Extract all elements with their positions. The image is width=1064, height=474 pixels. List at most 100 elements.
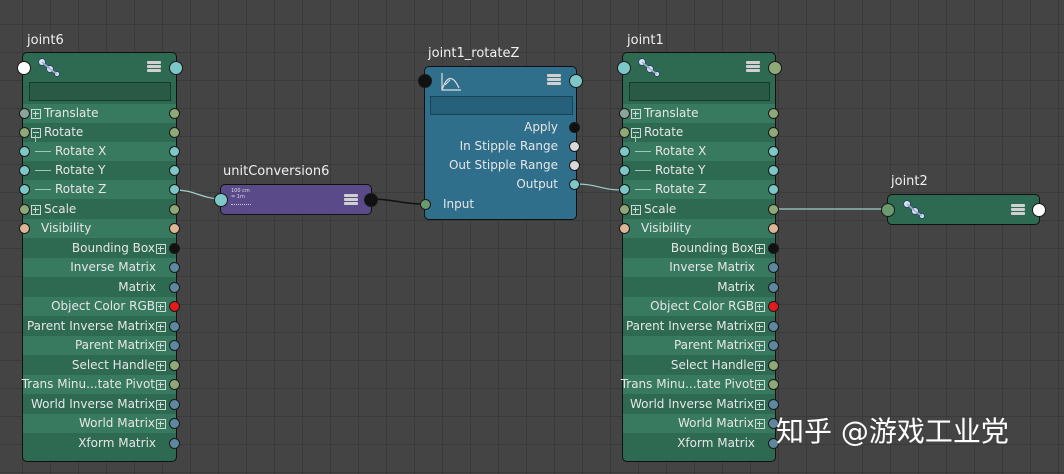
port-out[interactable]	[169, 282, 180, 293]
port-out[interactable]	[169, 243, 180, 254]
node-menu-icon[interactable]	[547, 74, 561, 86]
port-out[interactable]	[169, 340, 180, 351]
port-out[interactable]	[169, 399, 180, 410]
attr-row-rotate-x[interactable]: Rotate X	[619, 142, 779, 161]
expand-icon[interactable]	[755, 418, 765, 429]
expand-icon[interactable]	[631, 108, 641, 119]
attr-row-rotate-y[interactable]: Rotate Y	[19, 161, 180, 180]
port-out[interactable]	[169, 223, 180, 234]
attr-row-in-stipple-range[interactable]: In Stipple Range	[425, 137, 580, 156]
attr-row-inverse-matrix[interactable]: Inverse Matrix	[623, 258, 779, 277]
port-out[interactable]	[768, 301, 779, 312]
port-in[interactable]	[19, 184, 30, 195]
port-in[interactable]	[619, 127, 630, 138]
port-out[interactable]	[169, 108, 180, 119]
message-port-in[interactable]	[418, 74, 432, 88]
port-out[interactable]	[768, 282, 779, 293]
expand-icon[interactable]	[156, 321, 166, 332]
port-in[interactable]	[19, 127, 30, 138]
expand-icon[interactable]	[156, 243, 166, 254]
node-joint2[interactable]	[881, 194, 1046, 225]
expand-icon[interactable]	[156, 360, 166, 371]
attr-row-output[interactable]: Output	[425, 175, 580, 194]
attr-row-object-color-rgb[interactable]: Object Color RGB	[623, 297, 779, 316]
attr-row-input[interactable]: Input	[420, 195, 576, 214]
port-out[interactable]	[169, 262, 180, 273]
attr-row-rotate[interactable]: Rotate	[619, 123, 779, 142]
input-port[interactable]	[214, 193, 228, 207]
attr-row-world-matrix[interactable]: World Matrix	[623, 414, 779, 433]
port-out[interactable]	[768, 146, 779, 157]
expand-icon[interactable]	[755, 379, 765, 390]
attr-row-select-handle[interactable]: Select Handle	[623, 356, 779, 375]
port-out[interactable]	[169, 321, 180, 332]
port-out[interactable]	[768, 223, 779, 234]
port-out[interactable]	[768, 108, 779, 119]
port-out[interactable]	[169, 379, 180, 390]
collapse-icon[interactable]	[31, 127, 41, 138]
port-out[interactable]	[768, 127, 779, 138]
attr-row-rotate-x[interactable]: Rotate X	[19, 142, 180, 161]
port-in[interactable]	[619, 146, 630, 157]
attr-row-bounding-box[interactable]: Bounding Box	[23, 239, 180, 258]
expand-icon[interactable]	[755, 360, 765, 371]
collapse-icon[interactable]	[631, 127, 641, 138]
port-out[interactable]	[569, 141, 580, 152]
expand-icon[interactable]	[755, 301, 765, 312]
message-port-in[interactable]	[17, 61, 31, 75]
attr-row-matrix[interactable]: Matrix	[623, 278, 779, 297]
port-out[interactable]	[768, 262, 779, 273]
port-out[interactable]	[768, 379, 779, 390]
port-out[interactable]	[569, 179, 580, 190]
port-out[interactable]	[768, 360, 779, 371]
node-header[interactable]	[617, 53, 782, 81]
attr-row-rotate-z[interactable]: Rotate Z	[619, 180, 779, 199]
port-in[interactable]	[19, 223, 30, 234]
port-out[interactable]	[768, 340, 779, 351]
port-out[interactable]	[169, 301, 180, 312]
node-joint1[interactable]: Translate Rotate Rotate X Rotate Y Rotat…	[617, 52, 782, 462]
port-out[interactable]	[169, 204, 180, 215]
port-in[interactable]	[619, 184, 630, 195]
message-port-out[interactable]	[768, 61, 782, 75]
attr-row-world-inverse-matrix[interactable]: World Inverse Matrix	[623, 395, 779, 414]
node-header[interactable]	[17, 53, 183, 81]
expand-icon[interactable]	[755, 243, 765, 254]
message-port-out[interactable]	[169, 61, 183, 75]
attr-row-parent-inverse-matrix[interactable]: Parent Inverse Matrix	[623, 317, 779, 336]
port-out[interactable]	[768, 165, 779, 176]
node-joint6[interactable]: Translate Rotate Rotate X Rotate Y Rotat…	[17, 52, 183, 462]
port-out[interactable]	[169, 438, 180, 449]
port-out[interactable]	[569, 160, 580, 171]
port-in[interactable]	[619, 165, 630, 176]
attr-row-parent-matrix[interactable]: Parent Matrix	[623, 336, 779, 355]
port-in[interactable]	[19, 204, 30, 215]
expand-icon[interactable]	[755, 399, 765, 410]
attr-row-world-inverse-matrix[interactable]: World Inverse Matrix	[23, 395, 180, 414]
node-unitconversion[interactable]: 100 cm = 1m	[214, 184, 378, 215]
node-name-field[interactable]	[29, 82, 171, 101]
port-out[interactable]	[169, 165, 180, 176]
port-in[interactable]	[19, 146, 30, 157]
port-in[interactable]	[19, 165, 30, 176]
expand-icon[interactable]	[156, 340, 166, 351]
port-in[interactable]	[420, 199, 431, 210]
attr-row-object-color-rgb[interactable]: Object Color RGB	[23, 297, 180, 316]
port-out[interactable]	[768, 184, 779, 195]
port-out[interactable]	[169, 127, 180, 138]
node-menu-icon[interactable]	[746, 61, 760, 73]
port-out[interactable]	[569, 122, 580, 133]
attr-row-trans-minus-rotate-pivot[interactable]: Trans Minu...tate Pivot	[22, 375, 180, 394]
attr-row-out-stipple-range[interactable]: Out Stipple Range	[425, 156, 580, 175]
expand-icon[interactable]	[156, 301, 166, 312]
attr-row-visibility[interactable]: Visibility	[19, 219, 180, 238]
port-in[interactable]	[619, 108, 630, 119]
node-menu-icon[interactable]	[1011, 204, 1025, 216]
port-out[interactable]	[169, 418, 180, 429]
port-out[interactable]	[768, 321, 779, 332]
expand-icon[interactable]	[755, 321, 765, 332]
expand-icon[interactable]	[31, 204, 41, 215]
attr-row-xform-matrix[interactable]: Xform Matrix	[23, 434, 180, 453]
attr-row-scale[interactable]: Scale	[619, 200, 779, 219]
attr-row-select-handle[interactable]: Select Handle	[23, 356, 180, 375]
